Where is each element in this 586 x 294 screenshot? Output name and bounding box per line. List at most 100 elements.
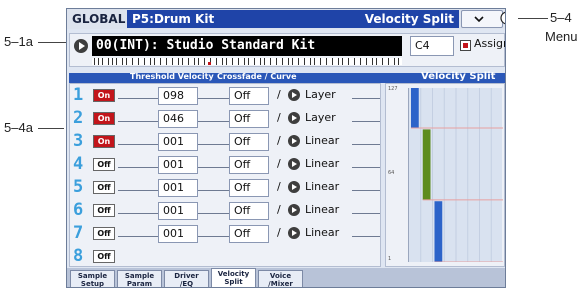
split-row: 7 Off 001 Off / Linear <box>70 222 382 244</box>
crossfade-field[interactable]: Off <box>229 87 269 105</box>
separator-slash: / <box>277 134 281 147</box>
curve-select-arrow-icon[interactable] <box>288 112 300 124</box>
on-off-button[interactable]: On <box>93 135 115 148</box>
tab-voice[interactable]: Voice/Mixer <box>258 270 303 288</box>
page-title: P5:Drum Kit Velocity Split <box>127 10 459 28</box>
crossfade-field[interactable]: Off <box>229 133 269 151</box>
threshold-velocity-field[interactable]: 001 <box>158 202 198 220</box>
row-divider-line <box>352 236 380 237</box>
on-off-button[interactable]: On <box>93 112 115 125</box>
graph-tick-1: 1 <box>388 256 392 262</box>
row-divider-line <box>118 236 158 237</box>
graph-tick-127: 127 <box>388 86 398 92</box>
tab-line2: Param <box>126 280 153 288</box>
on-off-button[interactable]: Off <box>93 227 115 240</box>
row-divider-line <box>352 121 380 122</box>
curve-field[interactable]: Layer <box>305 88 336 101</box>
threshold-velocity-field[interactable]: 001 <box>158 179 198 197</box>
row-number: 5 <box>73 177 84 197</box>
row-divider-line <box>118 213 158 214</box>
separator-slash: / <box>277 157 281 170</box>
row-divider-line <box>352 167 380 168</box>
threshold-velocity-field[interactable]: 001 <box>158 156 198 174</box>
instrument-screen: GLOBAL P5:Drum Kit Velocity Split 00(INT… <box>66 8 506 288</box>
tab-line1: Velocity <box>217 270 250 278</box>
graph-tick-64: 64 <box>388 170 395 176</box>
callout-rows-label: 5–4a <box>4 120 33 135</box>
curve-select-arrow-icon[interactable] <box>288 181 300 193</box>
row-divider-line <box>352 98 380 99</box>
row-divider-line <box>118 144 158 145</box>
graph-plot-area <box>408 88 503 262</box>
crossfade-field[interactable]: Off <box>229 156 269 174</box>
separator-slash: / <box>277 203 281 216</box>
tab-sample[interactable]: Sample Param <box>117 270 162 288</box>
callout-kit-line <box>38 42 68 43</box>
row-divider-line <box>198 190 229 191</box>
curve-field[interactable]: Layer <box>305 111 336 124</box>
curve-field[interactable]: Linear <box>305 203 339 216</box>
curve-field[interactable]: Linear <box>305 157 339 170</box>
curve-select-arrow-icon[interactable] <box>288 158 300 170</box>
threshold-velocity-field[interactable]: 001 <box>158 133 198 151</box>
crossfade-field[interactable]: Off <box>229 202 269 220</box>
drum-kit-name-field[interactable]: 00(INT): Studio Standard Kit <box>92 36 402 56</box>
tab-line1: Driver <box>174 272 199 280</box>
kit-select-arrow-icon[interactable] <box>74 39 88 53</box>
row-divider-line <box>352 144 380 145</box>
threshold-velocity-field[interactable]: 046 <box>158 110 198 128</box>
on-off-button[interactable]: Off <box>93 250 115 263</box>
threshold-velocity-field[interactable]: 098 <box>158 87 198 105</box>
tab-line2: /Mixer <box>268 280 293 288</box>
tab-driver[interactable]: Driver/EQ <box>164 270 209 287</box>
row-divider-line <box>352 190 380 191</box>
curve-select-arrow-icon[interactable] <box>288 204 300 216</box>
split-row: 8 Off <box>70 245 382 267</box>
page-name: P5:Drum Kit <box>132 12 215 26</box>
callout-page-line <box>518 18 548 19</box>
crossfade-field[interactable]: Off <box>229 179 269 197</box>
on-off-button[interactable]: Off <box>93 158 115 171</box>
velocity-split-svg <box>411 88 503 262</box>
assign-label: Assign <box>474 37 505 50</box>
row-number: 4 <box>73 154 84 174</box>
separator-slash: / <box>277 226 281 239</box>
tab-line1: Voice <box>269 272 292 280</box>
threshold-velocity-field[interactable]: 001 <box>158 225 198 243</box>
table-header-bar: Threshold Velocity Crossfade / Curve Vel… <box>69 71 505 83</box>
curve-select-arrow-icon[interactable] <box>288 89 300 101</box>
stopwatch-icon <box>500 11 505 25</box>
crossfade-curve-header: Crossfade / Curve <box>217 72 297 81</box>
curve-field[interactable]: Linear <box>305 226 339 239</box>
tab-velocity[interactable]: Velocity Split <box>211 268 256 287</box>
velocity-bar-layer-1 <box>411 88 419 129</box>
mini-keyboard-icon <box>92 58 402 65</box>
split-row: 6 Off 001 Off / Linear <box>70 199 382 221</box>
on-off-button[interactable]: On <box>93 89 115 102</box>
curve-select-arrow-icon[interactable] <box>288 135 300 147</box>
split-row: 5 Off 001 Off / Linear <box>70 176 382 198</box>
velocity-split-graph: 127 64 1 <box>385 83 505 267</box>
curve-field[interactable]: Linear <box>305 134 339 147</box>
on-off-button[interactable]: Off <box>93 181 115 194</box>
split-row: 4 Off 001 Off / Linear <box>70 153 382 175</box>
row-divider-line <box>118 190 158 191</box>
crossfade-field[interactable]: Off <box>229 225 269 243</box>
curve-select-arrow-icon[interactable] <box>288 227 300 239</box>
separator-slash: / <box>277 111 281 124</box>
tab-sample[interactable]: Sample Setup <box>70 270 115 287</box>
velocity-split-table: 1 On 098 Off / Layer 2 On 046 Off / Layer 3 On 001 Off /… <box>69 83 381 267</box>
callout-menu-label: Menu <box>545 29 578 44</box>
split-row: 3 On 001 Off / Linear <box>70 130 382 152</box>
curve-field[interactable]: Linear <box>305 180 339 193</box>
row-divider-line <box>198 98 229 99</box>
callout-page-label: 5–4 <box>550 10 572 25</box>
row-divider-line <box>198 213 229 214</box>
key-field[interactable]: C4 <box>410 36 454 56</box>
row-divider-line <box>198 167 229 168</box>
row-divider-line <box>352 213 380 214</box>
crossfade-field[interactable]: Off <box>229 110 269 128</box>
split-row: 1 On 098 Off / Layer <box>70 84 382 106</box>
assign-checkbox[interactable] <box>460 40 471 51</box>
on-off-button[interactable]: Off <box>93 204 115 217</box>
